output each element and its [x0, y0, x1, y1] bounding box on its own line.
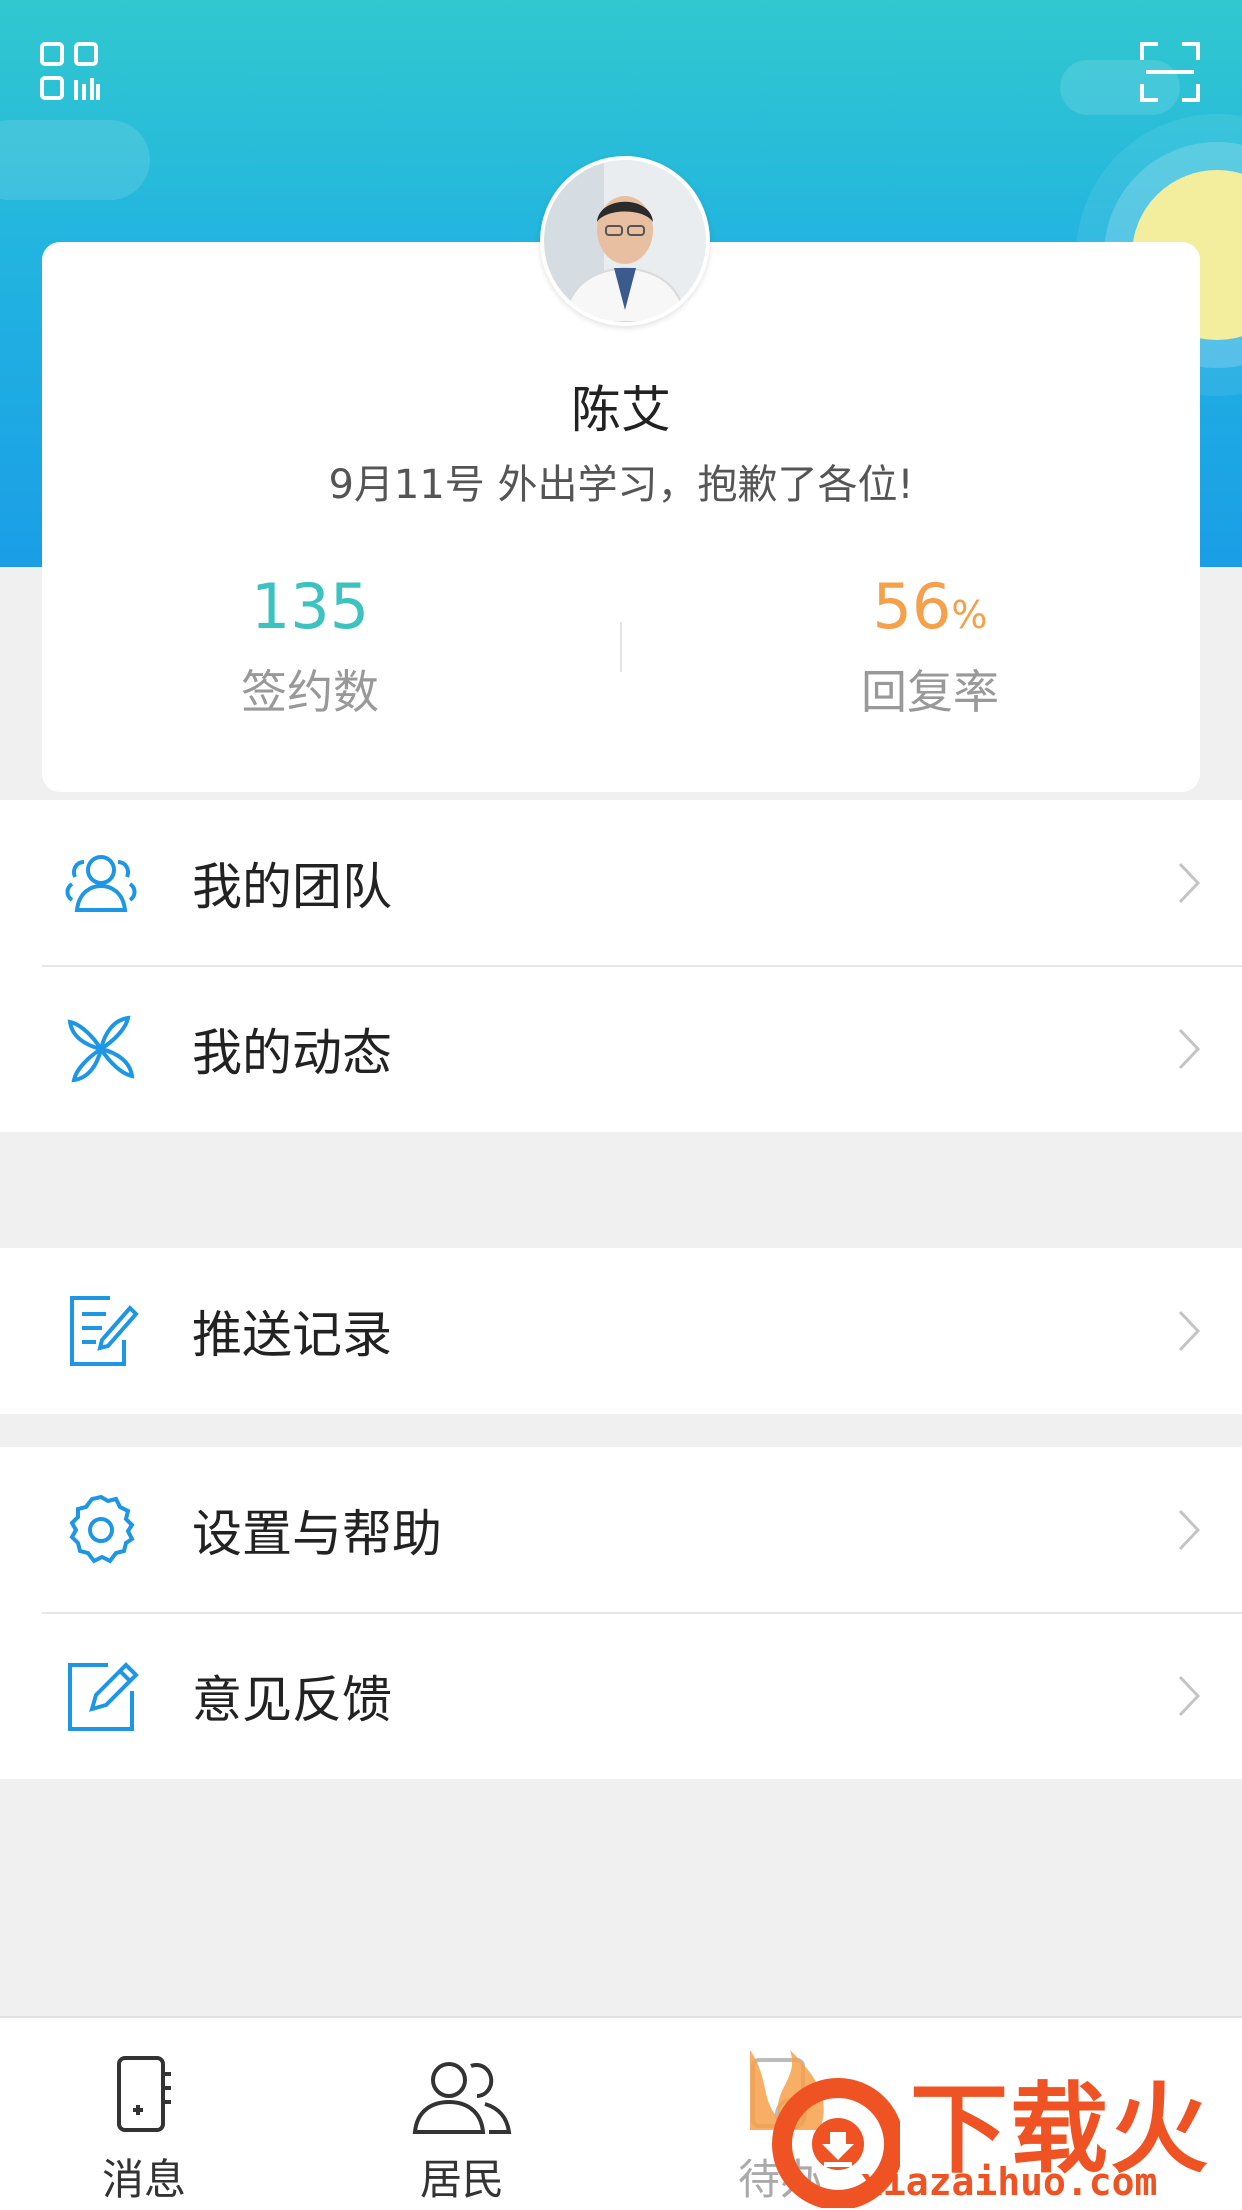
team-icon	[62, 844, 140, 922]
menu-label-my-team: 我的团队	[192, 858, 392, 916]
message-icon	[99, 2052, 189, 2142]
tab-messages[interactable]: 消息	[44, 2018, 244, 2210]
menu-item-push-records[interactable]: 推送记录	[0, 1248, 1242, 1414]
reply-rate-number: 56	[872, 570, 952, 643]
avatar[interactable]	[540, 156, 710, 326]
menu-label-feedback: 意见反馈	[192, 1671, 392, 1729]
menu-group-2: 推送记录	[0, 1248, 1242, 1414]
watermark-domain: xiazaihuo.com	[860, 2160, 1158, 2204]
stat-divider	[620, 622, 622, 672]
chevron-right-icon	[1174, 1505, 1204, 1555]
reply-rate-stat[interactable]: 56% 回复率	[780, 572, 1080, 722]
chevron-right-icon	[1174, 1024, 1204, 1074]
chevron-right-icon	[1174, 1306, 1204, 1356]
signed-count-number: 135	[250, 570, 370, 643]
watermark: 下载火 xiazaihuo.com	[730, 2040, 1242, 2208]
menu-item-my-updates[interactable]: 我的动态	[0, 966, 1242, 1132]
doctor-name: 陈艾	[571, 381, 671, 439]
signed-count-value: 135	[160, 572, 460, 650]
chevron-right-icon	[1174, 1671, 1204, 1721]
reply-rate-value: 56%	[780, 572, 1080, 650]
qr-code-icon[interactable]	[38, 40, 102, 104]
push-record-icon	[62, 1292, 140, 1370]
pinwheel-icon	[62, 1010, 140, 1088]
menu-label-push-records: 推送记录	[192, 1306, 392, 1364]
menu-item-feedback[interactable]: 意见反馈	[0, 1613, 1242, 1779]
gear-icon	[62, 1491, 140, 1569]
tab-label-residents: 居民	[419, 2155, 504, 2204]
menu-item-settings-help[interactable]: 设置与帮助	[0, 1447, 1242, 1613]
scan-icon[interactable]	[1138, 40, 1202, 104]
chevron-right-icon	[1174, 858, 1204, 908]
reply-rate-label: 回复率	[861, 665, 999, 719]
menu-label-my-updates: 我的动态	[192, 1024, 392, 1082]
residents-icon	[412, 2052, 512, 2142]
menu-item-my-team[interactable]: 我的团队	[0, 800, 1242, 966]
signed-count-label: 签约数	[241, 665, 379, 719]
feedback-edit-icon	[62, 1657, 140, 1735]
menu-label-settings-help: 设置与帮助	[192, 1505, 442, 1563]
signed-count-stat[interactable]: 135 签约数	[160, 572, 460, 722]
tab-residents[interactable]: 居民	[362, 2018, 562, 2210]
menu-group-3: 设置与帮助 意见反馈	[0, 1447, 1242, 1779]
reply-rate-unit: %	[951, 593, 988, 637]
status-motto: 9月11号 外出学习，抱歉了各位!	[328, 462, 914, 508]
menu-group-1: 我的团队 我的动态	[0, 800, 1242, 1132]
tab-label-messages: 消息	[101, 2155, 186, 2204]
